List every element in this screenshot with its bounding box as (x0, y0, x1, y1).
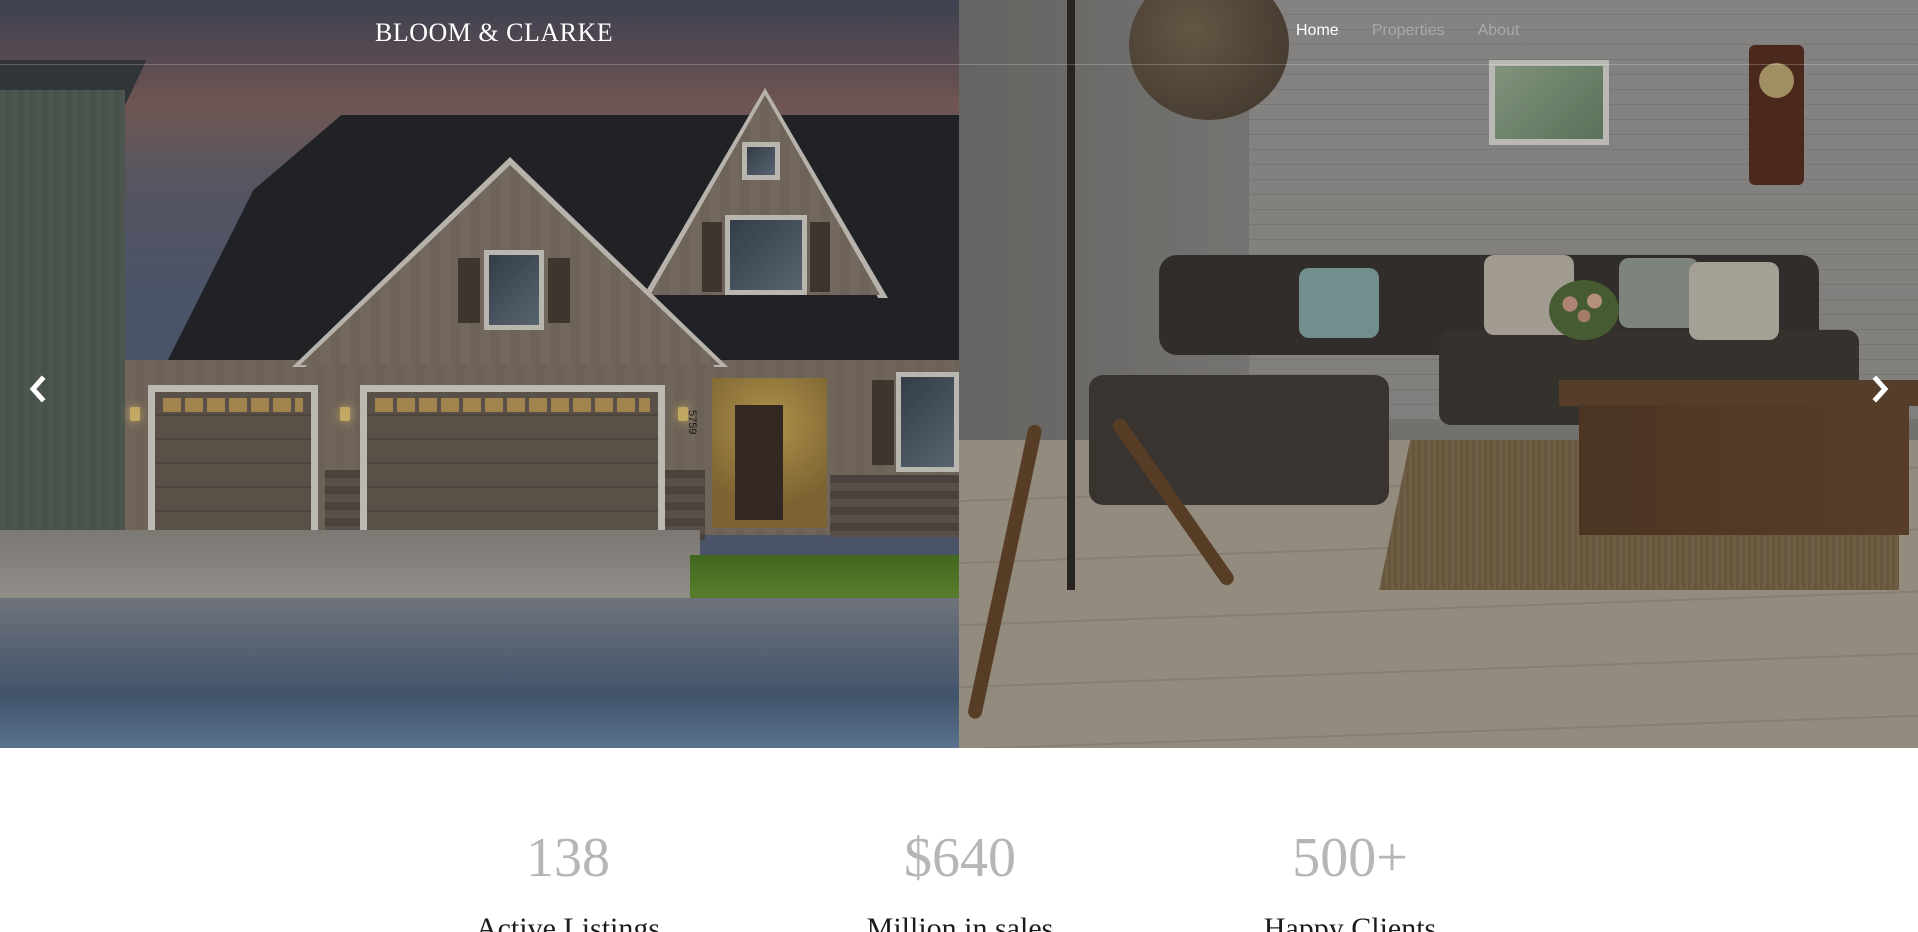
top-navbar: BLOOM & CLARKE Home Properties About (0, 0, 1918, 65)
stat-value: $640 (904, 827, 1016, 889)
stat-value: 138 (526, 827, 610, 889)
nav-links: Home Properties About (1296, 22, 1552, 40)
stat-value: 500+ (1292, 827, 1408, 889)
stat-label: Happy Clients (1263, 912, 1437, 932)
stat-active-listings: 138 Active Listings (418, 748, 718, 932)
nav-link-home[interactable]: Home (1296, 22, 1339, 39)
chevron-left-icon (29, 375, 46, 403)
hero-carousel: 5759 (0, 0, 1918, 748)
stat-label: Active Listings (475, 912, 661, 932)
stat-label: Million in sales (866, 912, 1054, 932)
stat-million-in-sales: $640 Million in sales (810, 748, 1110, 932)
brand-logo-link[interactable]: BLOOM & CLARKE (375, 18, 613, 48)
nav-link-properties[interactable]: Properties (1372, 22, 1445, 39)
nav-link-about[interactable]: About (1478, 22, 1520, 39)
chevron-right-icon (1872, 375, 1889, 403)
stats-section: 138 Active Listings $640 Million in sale… (0, 748, 1918, 932)
carousel-prev-button[interactable] (25, 374, 51, 404)
carousel-next-button[interactable] (1867, 374, 1893, 404)
stat-happy-clients: 500+ Happy Clients (1200, 748, 1500, 932)
